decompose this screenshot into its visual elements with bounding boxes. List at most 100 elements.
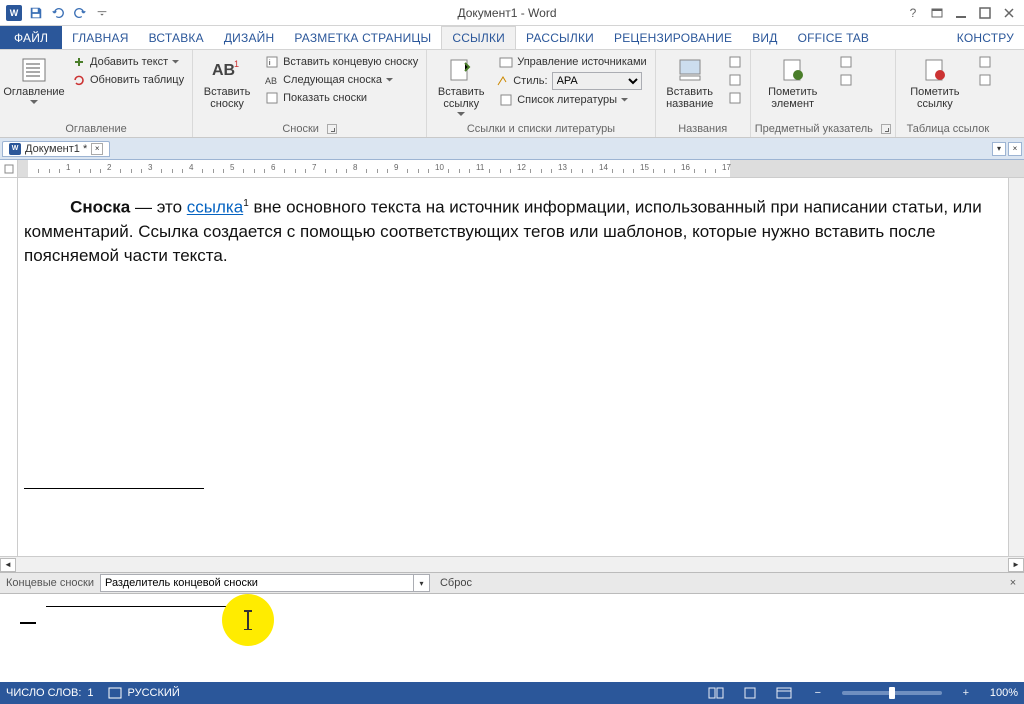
document-tabs-bar: W Документ1 * × ▾ × (0, 138, 1024, 160)
undo-button[interactable] (48, 3, 68, 23)
next-footnote-button[interactable]: ABСледующая сноска (261, 72, 422, 88)
hscroll-right-button[interactable]: ► (1008, 558, 1024, 572)
ribbon-display-button[interactable] (926, 3, 948, 23)
insert-footnote-button[interactable]: AB1 Вставить сноску (197, 52, 257, 121)
group-toc: Оглавление Добавить текст Обновить табли… (0, 50, 193, 137)
close-button[interactable] (998, 3, 1020, 23)
endnote-combo-input[interactable] (101, 577, 413, 589)
document-tab[interactable]: W Документ1 * × (2, 141, 110, 157)
mark-citation-button[interactable]: Пометить ссылку (900, 52, 970, 121)
index-opt1[interactable] (835, 54, 857, 70)
zoom-slider[interactable] (842, 691, 942, 695)
hscroll-left-button[interactable]: ◄ (0, 558, 16, 572)
tab-references[interactable]: ССЫЛКИ (441, 26, 516, 49)
vertical-scrollbar[interactable] (1008, 178, 1024, 556)
tab-insert[interactable]: ВСТАВКА (139, 26, 214, 49)
window-controls: ? (902, 3, 1024, 23)
group-toa: Пометить ссылку Таблица ссылок (896, 50, 1000, 137)
toa-opt2[interactable] (974, 72, 996, 88)
tab-officetab[interactable]: OFFICE TAB (788, 26, 880, 49)
quick-access-toolbar: W (0, 3, 112, 23)
window-title: Документ1 - Word (112, 6, 902, 20)
footnote-separator (24, 488, 204, 489)
tab-home[interactable]: ГЛАВНАЯ (62, 26, 138, 49)
endnote-icon: i (265, 55, 279, 69)
show-footnotes-button[interactable]: Показать сноски (261, 90, 422, 106)
caption-opt3[interactable] (724, 90, 746, 106)
ruler-corner[interactable] (0, 160, 18, 177)
document-page[interactable]: Сноска — это ссылка1 вне основного текст… (18, 178, 1008, 489)
cursor-highlight (222, 594, 274, 646)
word-count-status[interactable]: ЧИСЛО СЛОВ:1 (6, 687, 94, 699)
tab-design[interactable]: ДИЗАЙН (214, 26, 285, 49)
ribbon-tabs: ФАЙЛ ГЛАВНАЯ ВСТАВКА ДИЗАЙН РАЗМЕТКА СТР… (0, 26, 1024, 50)
index-dialog-launcher[interactable] (881, 124, 891, 134)
tab-layout[interactable]: РАЗМЕТКА СТРАНИЦЫ (284, 26, 441, 49)
minimize-button[interactable] (950, 3, 972, 23)
hyperlink[interactable]: ссылка (187, 198, 243, 217)
zoom-level[interactable]: 100% (990, 687, 1018, 699)
toc-button[interactable]: Оглавление (4, 52, 64, 121)
tab-mailings[interactable]: РАССЫЛКИ (516, 26, 604, 49)
citation-style-select[interactable]: APA (552, 72, 642, 90)
vertical-ruler[interactable] (0, 178, 18, 556)
svg-text:AB: AB (265, 76, 277, 86)
doctab-dropdown-button[interactable]: ▾ (992, 142, 1006, 156)
text-bold: Сноска (70, 198, 130, 217)
update-toc-button[interactable]: Обновить таблицу (68, 72, 188, 88)
zoom-out-button[interactable]: − (808, 685, 828, 701)
horizontal-ruler[interactable]: 1234567891011121314151617 (18, 160, 1024, 177)
qat-customize-button[interactable] (92, 3, 112, 23)
mark-citation-icon (919, 56, 951, 84)
zoom-in-button[interactable]: + (956, 685, 976, 701)
read-mode-button[interactable] (706, 685, 726, 701)
language-status[interactable]: РУССКИЙ (108, 687, 180, 699)
language-icon (108, 687, 122, 699)
insert-citation-button[interactable]: Вставить ссылку (431, 52, 491, 121)
endnote-reset-button[interactable]: Сброс (430, 577, 482, 589)
insert-endnote-button[interactable]: iВставить концевую сноску (261, 54, 422, 70)
bibliography-button[interactable]: Список литературы (495, 92, 650, 108)
plus-icon (72, 55, 86, 69)
refresh-icon (72, 73, 86, 87)
web-layout-button[interactable] (774, 685, 794, 701)
citation-style-row: Стиль: APA (495, 72, 650, 90)
title-bar: W Документ1 - Word ? (0, 0, 1024, 26)
citation-icon (445, 56, 477, 84)
tab-file[interactable]: ФАЙЛ (0, 26, 62, 49)
manage-icon (499, 55, 513, 69)
toa-opt1[interactable] (974, 54, 996, 70)
mark-entry-button[interactable]: Пометить элемент (755, 52, 831, 121)
status-bar: ЧИСЛО СЛОВ:1 РУССКИЙ − + 100% (0, 682, 1024, 704)
maximize-button[interactable] (974, 3, 996, 23)
manage-sources-button[interactable]: Управление источниками (495, 54, 650, 70)
endnote-separator-line (46, 606, 226, 607)
tab-construct[interactable]: КОНСТРУ (947, 26, 1024, 49)
endnote-separator-combo[interactable]: ▾ (100, 574, 430, 592)
doctab-close-all-button[interactable]: × (1008, 142, 1022, 156)
redo-button[interactable] (70, 3, 90, 23)
footnotes-dialog-launcher[interactable] (327, 124, 337, 134)
document-scroll[interactable]: Сноска — это ссылка1 вне основного текст… (18, 178, 1008, 556)
endnote-pane-close-button[interactable]: × (1006, 577, 1024, 589)
add-text-button[interactable]: Добавить текст (68, 54, 188, 70)
horizontal-scrollbar[interactable]: ◄ ► (0, 556, 1024, 572)
word-app-icon: W (4, 3, 24, 23)
doctab-close-button[interactable]: × (91, 143, 103, 155)
chevron-down-icon[interactable]: ▾ (413, 575, 429, 591)
tab-view[interactable]: ВИД (742, 26, 787, 49)
print-layout-button[interactable] (740, 685, 760, 701)
caption-opt1[interactable] (724, 54, 746, 70)
caption-opt2[interactable] (724, 72, 746, 88)
help-button[interactable]: ? (902, 3, 924, 23)
save-button[interactable] (26, 3, 46, 23)
caption-icon (674, 56, 706, 84)
insert-caption-button[interactable]: Вставить название (660, 52, 720, 121)
mark-entry-icon (777, 56, 809, 84)
endnote-pane-header: Концевые сноски ▾ Сброс × (0, 572, 1024, 594)
index-opt2[interactable] (835, 72, 857, 88)
footnote-icon: AB1 (211, 56, 243, 84)
tab-review[interactable]: РЕЦЕНЗИРОВАНИЕ (604, 26, 742, 49)
endnote-pane[interactable] (0, 594, 1024, 690)
biblio-icon (499, 93, 513, 107)
